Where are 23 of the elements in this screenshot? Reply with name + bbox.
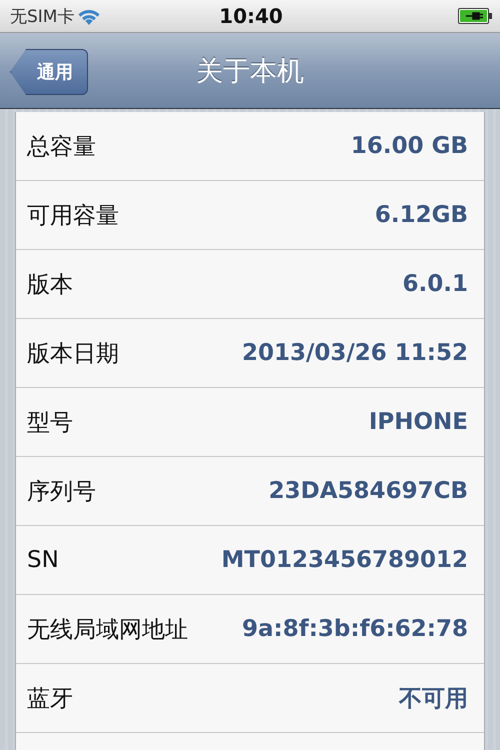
- row-value: 16.00 GB: [350, 133, 468, 159]
- row-value: MT0123456789012: [221, 547, 468, 573]
- row-label: 型号: [27, 408, 73, 438]
- row-label: 蓝牙: [27, 684, 73, 714]
- row-label: 可用容量: [27, 202, 119, 230]
- row-value: 6.0.1: [402, 271, 468, 297]
- clock: 10:40: [219, 4, 283, 28]
- row-label: 总容量: [27, 132, 96, 162]
- row-value: 9a:8f:3b:f6:62:78: [242, 616, 468, 642]
- row-value: 6.12GB: [374, 202, 468, 228]
- row-label: 版本: [27, 270, 73, 300]
- battery-charging-icon: [458, 8, 492, 24]
- row-value: 23DA584697CB: [268, 478, 468, 504]
- row-label: SN: [27, 547, 59, 573]
- page-title: 关于本机: [196, 54, 304, 88]
- row-label: 无线局域网地址: [27, 616, 188, 644]
- back-button[interactable]: 通用: [10, 49, 88, 95]
- row-value: IPHONE: [368, 409, 468, 435]
- row-value: 2013/03/26 11:52: [242, 340, 468, 366]
- row-value: 不可用: [399, 684, 468, 714]
- carrier-label: 无SIM卡: [10, 6, 74, 28]
- row-label: 版本日期: [27, 340, 119, 368]
- row-label: 序列号: [27, 478, 96, 506]
